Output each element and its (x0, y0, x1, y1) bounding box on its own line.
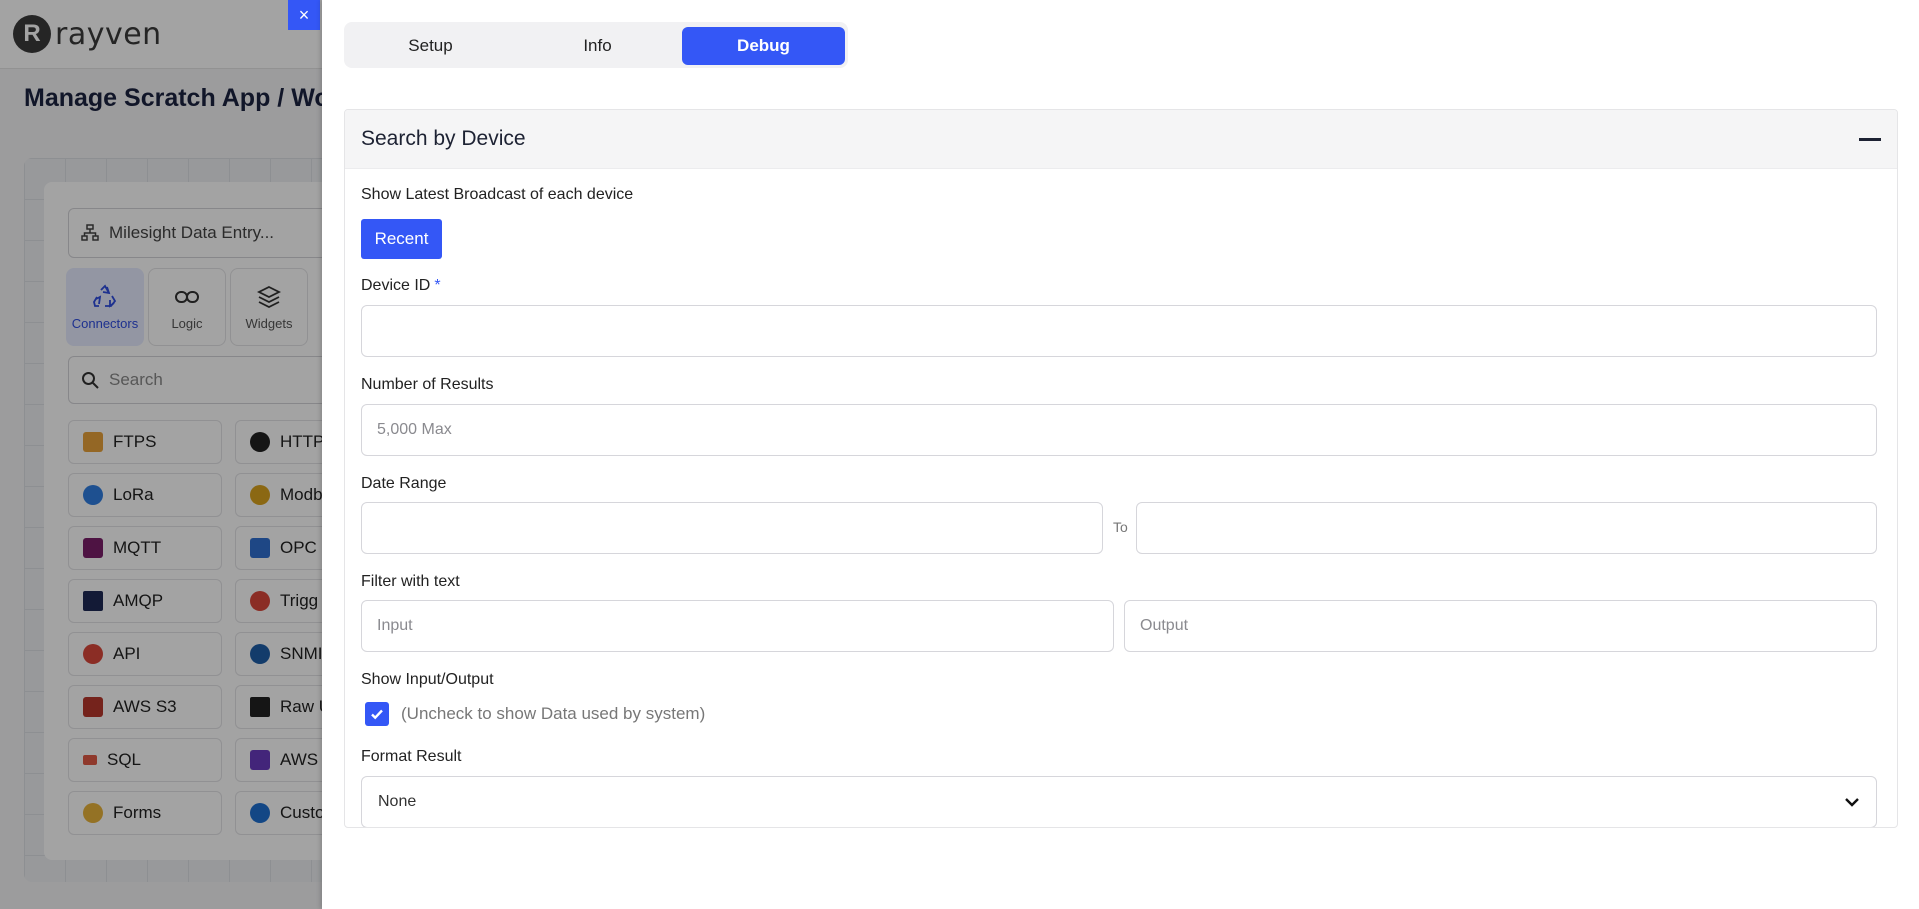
format-result-label: Format Result (361, 748, 462, 765)
filter-output-field[interactable] (1124, 600, 1877, 652)
tab-info[interactable]: Info (516, 27, 679, 65)
device-id-label-text: Device ID (361, 277, 431, 294)
recent-button[interactable]: Recent (361, 219, 442, 259)
collapse-icon[interactable] (1859, 137, 1881, 141)
number-of-results-label: Number of Results (361, 376, 494, 393)
close-drawer-button[interactable]: × (288, 0, 320, 30)
panel-title: Search by Device (361, 127, 526, 150)
date-to-separator: To (1113, 519, 1128, 535)
show-latest-label: Show Latest Broadcast of each device (361, 186, 634, 203)
show-input-output-checkbox[interactable] (365, 702, 389, 726)
number-of-results-input[interactable] (361, 404, 1877, 456)
show-input-output-label: Show Input/Output (361, 671, 494, 688)
required-marker: * (434, 277, 441, 294)
checkmark-icon (371, 709, 383, 720)
panel-header[interactable]: Search by Device (345, 110, 1897, 169)
date-range-label: Date Range (361, 475, 447, 492)
show-input-output-hint: (Uncheck to show Data used by system) (401, 704, 706, 723)
search-by-device-panel: Search by Device Show Latest Broadcast o… (344, 109, 1898, 828)
date-from-input[interactable] (361, 502, 1103, 554)
filter-with-text-label: Filter with text (361, 573, 460, 590)
chevron-down-icon (1845, 798, 1859, 807)
device-id-input[interactable] (361, 305, 1877, 357)
tab-setup[interactable]: Setup (349, 27, 512, 65)
device-id-label: Device ID * (361, 277, 441, 295)
date-to-input[interactable] (1136, 502, 1877, 554)
debug-drawer: Setup Info Debug Search by Device Show L… (322, 0, 1919, 909)
format-result-value: None (378, 793, 417, 810)
tab-debug[interactable]: Debug (682, 27, 845, 65)
filter-input-field[interactable] (361, 600, 1114, 652)
format-result-select[interactable]: None (361, 776, 1877, 827)
modal-overlay[interactable] (0, 0, 322, 909)
tab-bar: Setup Info Debug (344, 22, 848, 68)
